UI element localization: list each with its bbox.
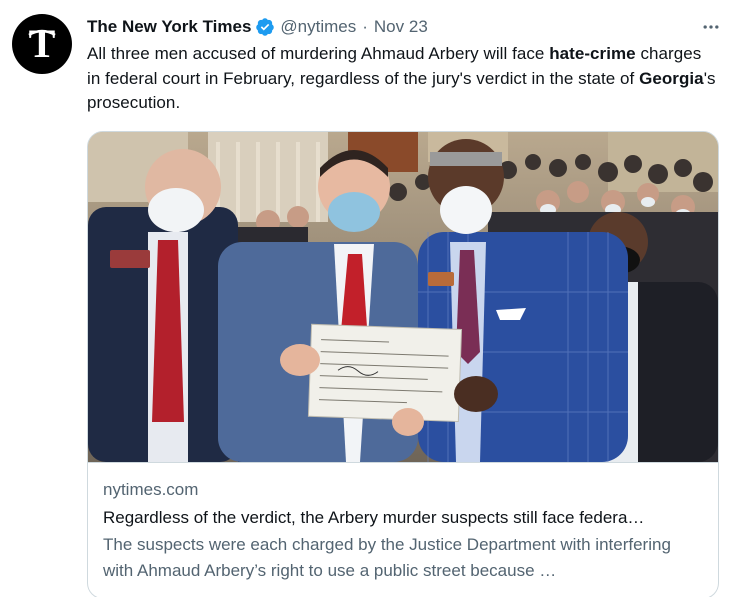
hashtag-hate-crime: hate-crime: [549, 44, 636, 63]
card-body[interactable]: nytimes.com Regardless of the verdict, t…: [88, 462, 718, 584]
nyt-t-logo-icon: T: [28, 21, 56, 66]
avatar[interactable]: T: [12, 14, 72, 74]
svg-text:T: T: [29, 21, 56, 66]
tweet-text-part: All three men accused of murdering Ahmau…: [87, 44, 550, 63]
tweet-text: All three men accused of murdering Ahmau…: [87, 42, 717, 116]
tweet-header: The New York Times @nytimes · Nov 23: [87, 15, 725, 39]
card-image[interactable]: [88, 132, 718, 462]
separator-dot: ·: [362, 17, 368, 36]
verified-badge-icon: [255, 17, 275, 37]
link-card[interactable]: nytimes.com Regardless of the verdict, t…: [87, 131, 719, 597]
hashtag-georgia: Georgia: [639, 68, 704, 88]
card-title[interactable]: Regardless of the verdict, the Arbery mu…: [103, 506, 703, 530]
more-options-icon[interactable]: [699, 15, 723, 39]
card-domain: nytimes.com: [103, 480, 199, 499]
author-handle[interactable]: @nytimes: [280, 16, 356, 38]
tweet[interactable]: T The New York Times @nytimes · Nov 23 A…: [0, 0, 737, 597]
tweet-date[interactable]: Nov 23: [374, 16, 428, 38]
card-description: The suspects were each charged by the Ju…: [103, 535, 671, 580]
author-name[interactable]: The New York Times: [87, 16, 251, 38]
